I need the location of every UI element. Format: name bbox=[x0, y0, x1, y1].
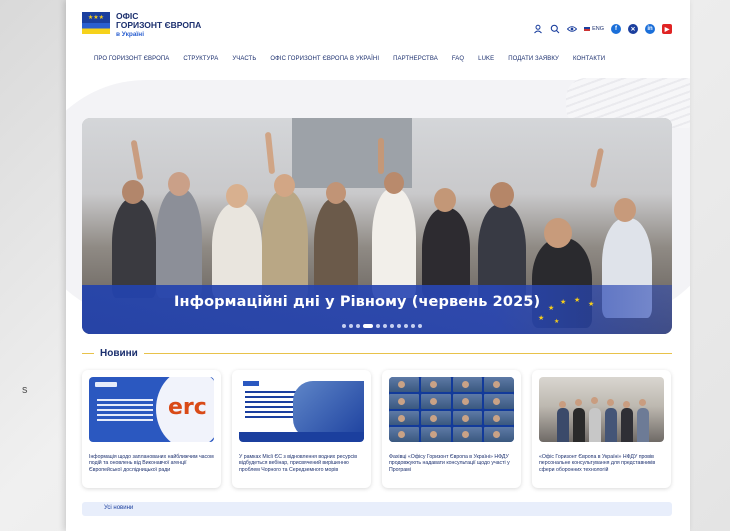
slider-dot[interactable] bbox=[390, 324, 394, 328]
eu-stars-decoration: ★ ★ ★ ★ ★ ★ bbox=[534, 296, 604, 326]
slider-dot[interactable] bbox=[342, 324, 346, 328]
slider-dot[interactable] bbox=[349, 324, 353, 328]
svg-text:★: ★ bbox=[588, 300, 594, 308]
header-tools: ENG f ✕ in ▶ bbox=[533, 24, 672, 34]
slider-dot[interactable] bbox=[383, 324, 387, 328]
erc-logo-text: erc bbox=[168, 395, 207, 420]
news-card[interactable]: Фахівці «Офісу Горизонт Європа в Україні… bbox=[382, 370, 521, 488]
eye-icon[interactable] bbox=[567, 24, 578, 34]
slider-dot[interactable] bbox=[404, 324, 408, 328]
language-switch[interactable]: ENG bbox=[584, 26, 604, 32]
news-divider-left bbox=[82, 352, 94, 354]
youtube-icon[interactable]: ▶ bbox=[662, 24, 672, 34]
news-card-text[interactable]: Інформація щодо запланованих найближчим … bbox=[89, 454, 214, 473]
site-logo[interactable]: ★★★ ОФІС ГОРИЗОНТ ЄВРОПА в Україні bbox=[82, 12, 201, 39]
search-icon[interactable] bbox=[550, 24, 560, 34]
svg-text:★: ★ bbox=[560, 298, 566, 306]
news-card[interactable]: erc Інформація щодо запланованих найближ… bbox=[82, 370, 221, 488]
hero-slider[interactable]: Інформаційні дні у Рівному (червень 2025… bbox=[82, 118, 672, 334]
all-news-button[interactable]: Усі новини bbox=[82, 502, 672, 516]
svg-text:★: ★ bbox=[554, 318, 559, 325]
user-icon[interactable] bbox=[533, 24, 543, 34]
news-section-header: Новини bbox=[82, 346, 672, 360]
all-news-label: Усі новини bbox=[104, 505, 134, 511]
webpage: ★★★ ОФІС ГОРИЗОНТ ЄВРОПА в Україні ENG f… bbox=[66, 0, 690, 531]
logo-text: ОФІС ГОРИЗОНТ ЄВРОПА в Україні bbox=[116, 12, 201, 39]
nav-item-contacts[interactable]: КОНТАКТИ bbox=[573, 56, 605, 62]
nav-item-partnerships[interactable]: ПАРТНЕРСТВА bbox=[393, 56, 438, 62]
news-card-image-mission bbox=[239, 377, 364, 442]
slider-dots bbox=[342, 324, 422, 328]
svg-text:★: ★ bbox=[548, 304, 554, 312]
slider-dot[interactable] bbox=[418, 324, 422, 328]
logo-flag-icon: ★★★ bbox=[82, 12, 110, 34]
main-nav: ПРО ГОРИЗОНТ ЄВРОПА СТРУКТУРА УЧАСТЬ ОФІ… bbox=[94, 56, 619, 62]
facebook-icon[interactable]: f bbox=[611, 24, 621, 34]
news-card[interactable]: «Офіс Горизонт Європа в Україні» НФДУ пр… bbox=[532, 370, 671, 488]
hero-title[interactable]: Інформаційні дні у Рівному (червень 2025… bbox=[174, 294, 540, 310]
background-partial-text: s bbox=[22, 384, 28, 396]
slider-dot[interactable] bbox=[376, 324, 380, 328]
linkedin-icon[interactable]: in bbox=[645, 24, 655, 34]
nav-item-luke[interactable]: LUKE bbox=[478, 56, 494, 62]
news-card-image-group-photo bbox=[539, 377, 664, 442]
nav-item-about[interactable]: ПРО ГОРИЗОНТ ЄВРОПА bbox=[94, 56, 169, 62]
news-card-text[interactable]: У рамках Місії ЄС з відновлення водних р… bbox=[239, 454, 364, 473]
language-label: ENG bbox=[592, 26, 604, 32]
slider-dot[interactable] bbox=[411, 324, 415, 328]
logo-line-3: в Україні bbox=[116, 31, 144, 38]
news-card-text[interactable]: Фахівці «Офісу Горизонт Європа в Україні… bbox=[389, 454, 514, 473]
news-cards: erc Інформація щодо запланованих найближ… bbox=[82, 370, 672, 490]
nav-item-participation[interactable]: УЧАСТЬ bbox=[232, 56, 256, 62]
slider-dot[interactable] bbox=[363, 324, 373, 328]
nav-item-apply[interactable]: ПОДАТИ ЗАЯВКУ bbox=[508, 56, 559, 62]
news-divider-right bbox=[143, 352, 672, 354]
logo-line-2: ГОРИЗОНТ ЄВРОПА bbox=[116, 20, 202, 30]
nav-item-office[interactable]: ОФІС ГОРИЗОНТ ЄВРОПА В УКРАЇНІ bbox=[270, 56, 379, 62]
language-flag-icon bbox=[584, 27, 591, 31]
news-card-image-erc: erc bbox=[89, 377, 214, 442]
slider-dot[interactable] bbox=[356, 324, 360, 328]
news-card[interactable]: У рамках Місії ЄС з відновлення водних р… bbox=[232, 370, 371, 488]
svg-text:★: ★ bbox=[538, 314, 544, 322]
news-section-title: Новини bbox=[100, 347, 138, 359]
news-card-image-video-call bbox=[389, 377, 514, 442]
nav-item-structure[interactable]: СТРУКТУРА bbox=[183, 56, 218, 62]
nav-item-faq[interactable]: FAQ bbox=[452, 56, 464, 62]
x-icon[interactable]: ✕ bbox=[628, 24, 638, 34]
header: ★★★ ОФІС ГОРИЗОНТ ЄВРОПА в Україні ENG f… bbox=[66, 0, 690, 48]
slider-dot[interactable] bbox=[397, 324, 401, 328]
svg-text:★: ★ bbox=[574, 296, 580, 304]
news-card-text[interactable]: «Офіс Горизонт Європа в Україні» НФДУ пр… bbox=[539, 454, 664, 473]
